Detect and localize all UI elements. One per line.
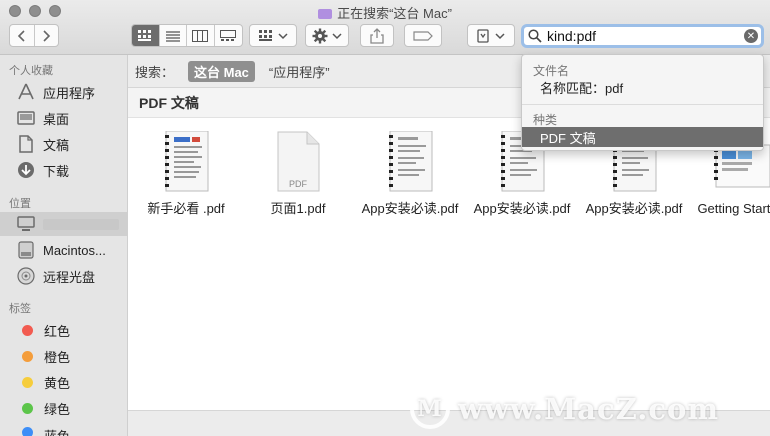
tag-color-dot (22, 402, 33, 414)
macz-logo-icon: M (410, 389, 450, 429)
file-name: App安装必读.pdf (473, 201, 571, 216)
dropbox-menu-button[interactable] (467, 24, 515, 47)
watermark-text: www.MacZ.com (458, 392, 720, 426)
redacted-computer-name (43, 218, 119, 230)
sidebar-tags-header: 标签 (9, 303, 31, 315)
search-icon (528, 29, 542, 43)
tag-color-dot (22, 324, 33, 336)
pdf-badge-text: PDF (289, 179, 307, 189)
notebook-pdf-thumbnail (386, 130, 434, 193)
grid-icon (138, 29, 152, 41)
applications-icon (17, 83, 35, 101)
suggestion-name-matches[interactable]: 名称匹配：pdf (522, 77, 763, 97)
search-query-text[interactable]: kind:pdf (547, 28, 744, 44)
columns-icon (192, 29, 209, 42)
title-bar: 正在搜索“这台 Mac” kind:pdf ✕ (0, 0, 770, 55)
gallery-view-button[interactable] (215, 25, 242, 46)
group-grid-icon (258, 29, 272, 41)
watermark: M www.MacZ.com (410, 386, 719, 432)
close-icon: ✕ (746, 30, 756, 42)
chevron-down-icon (277, 32, 288, 39)
scope-label: 搜索： (135, 64, 175, 80)
suggestion-section-kind: 种类 (533, 113, 558, 127)
chevron-down-icon (495, 32, 505, 39)
sidebar-item-downloads[interactable]: 下载 (0, 158, 127, 182)
back-button[interactable] (10, 25, 35, 46)
sidebar-item-label: 文稿 (43, 137, 70, 153)
sidebar-item-macintosh-hd[interactable]: Macintos... (0, 238, 127, 262)
window-title: 正在搜索“这台 Mac” (0, 3, 770, 22)
sidebar-locations-header: 位置 (9, 198, 31, 210)
list-icon (165, 30, 180, 42)
sidebar-item-remote-disc[interactable]: 远程光盘 (0, 264, 127, 288)
suggestion-divider (522, 104, 763, 105)
sidebar-item-label: 应用程序 (43, 85, 96, 101)
sidebar-item-label: Macintos... (43, 242, 106, 258)
file-item[interactable]: PDF 页面1.pdf (242, 131, 354, 217)
sidebar-tag-green[interactable]: 绿色 (0, 396, 127, 420)
sidebar-item-label: 红色 (44, 323, 71, 339)
optical-disc-icon (17, 267, 35, 285)
chevron-right-icon (43, 29, 51, 42)
gallery-icon (220, 29, 237, 41)
share-button[interactable] (360, 24, 394, 47)
computer-icon (17, 215, 35, 233)
sidebar-item-label: 下载 (43, 163, 70, 179)
disk-icon (17, 241, 35, 259)
scope-this-mac-button[interactable]: 这台 Mac (188, 60, 255, 82)
scope-applications-button[interactable]: “应用程序” (269, 62, 330, 81)
file-name: App安装必读.pdf (361, 201, 459, 216)
tag-icon (413, 30, 433, 41)
sidebar-tag-yellow[interactable]: 黄色 (0, 370, 127, 394)
sidebar-tag-orange[interactable]: 橙色 (0, 344, 127, 368)
file-name: 页面1.pdf (270, 201, 326, 216)
group-by-button[interactable] (249, 24, 297, 47)
sidebar-item-label: 黄色 (44, 375, 71, 391)
sidebar-favorites-header: 个人收藏 (9, 65, 53, 77)
forward-button[interactable] (35, 25, 59, 46)
file-name: 新手必看 .pdf (147, 201, 225, 216)
back-forward-control (9, 24, 59, 47)
desktop-icon (17, 109, 35, 127)
share-icon (370, 27, 384, 44)
view-mode-control (131, 24, 243, 47)
sidebar-tag-blue[interactable]: 蓝色 (0, 422, 127, 436)
sidebar-item-applications[interactable]: 应用程序 (0, 80, 127, 104)
sidebar-item-desktop[interactable]: 桌面 (0, 106, 127, 130)
file-name: Getting Started.pdf (697, 201, 770, 216)
edit-tags-button[interactable] (404, 24, 442, 47)
column-view-button[interactable] (187, 25, 215, 46)
sidebar-item-label: 绿色 (44, 401, 71, 417)
sidebar-item-label: 蓝色 (44, 426, 70, 436)
tag-color-dot (22, 427, 33, 436)
tag-color-dot (22, 350, 33, 362)
chevron-down-icon (332, 32, 342, 39)
smart-folder-icon (318, 9, 333, 19)
suggestion-kind-pdf[interactable]: PDF 文稿 (522, 127, 763, 147)
action-menu-button[interactable] (305, 24, 349, 47)
search-suggestions-menu: 文件名 名称匹配：pdf 种类 PDF 文稿 (521, 54, 764, 151)
list-view-button[interactable] (160, 25, 187, 46)
sidebar-item-this-computer[interactable] (0, 212, 127, 236)
sidebar-item-documents[interactable]: 文稿 (0, 132, 127, 156)
box-icon (477, 28, 489, 43)
pdf-document-icon: PDF (274, 131, 322, 193)
documents-icon (17, 135, 35, 153)
sidebar-item-label: 远程光盘 (43, 269, 96, 285)
icon-view-button[interactable] (132, 25, 160, 46)
sidebar-item-label: 桌面 (43, 111, 70, 127)
file-name: App安装必读.pdf (585, 201, 683, 216)
tag-color-dot (22, 376, 33, 388)
downloads-icon (17, 161, 35, 179)
search-field[interactable]: kind:pdf ✕ (521, 24, 764, 48)
chevron-left-icon (17, 29, 25, 42)
gear-icon (312, 28, 328, 43)
sidebar: 个人收藏 应用程序 桌面 文稿 下载 位置 Macintos... 远程光盘 标… (0, 55, 128, 436)
file-item[interactable]: App安装必读.pdf (354, 130, 466, 217)
notebook-pdf-thumbnail (162, 130, 210, 193)
clear-search-button[interactable]: ✕ (744, 29, 758, 43)
sidebar-tag-red[interactable]: 红色 (0, 318, 127, 342)
file-item[interactable]: 新手必看 .pdf (130, 130, 242, 217)
sidebar-item-label: 橙色 (44, 349, 71, 365)
